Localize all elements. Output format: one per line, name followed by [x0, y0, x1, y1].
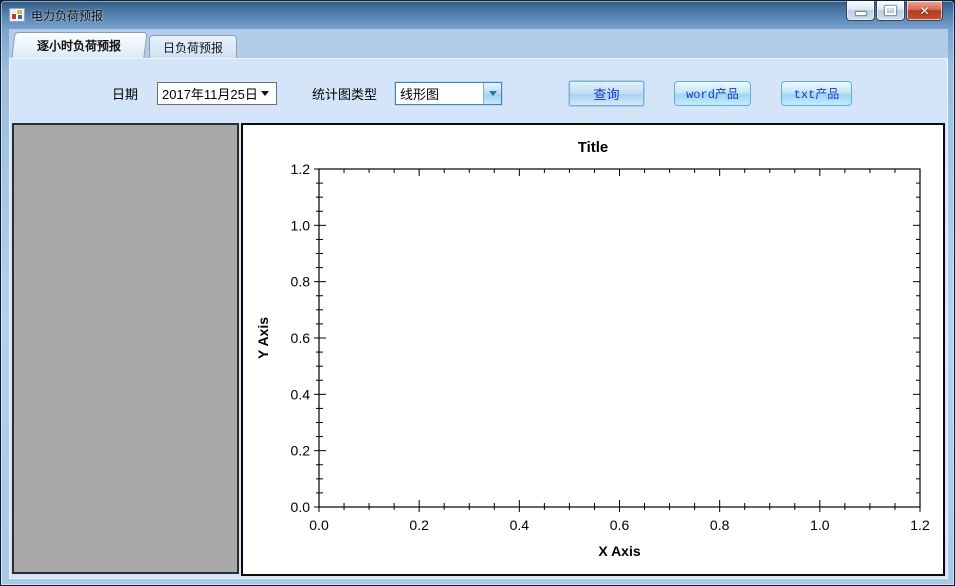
- chart-type-label: 统计图类型: [312, 87, 378, 102]
- svg-text:1.0: 1.0: [810, 517, 830, 533]
- svg-text:0.6: 0.6: [610, 517, 630, 533]
- tab-page-hourly: 日期 2017年11月25日 统计图类型 线形图 查询 word产品 txt产品…: [9, 58, 948, 579]
- chevron-down-icon: [488, 91, 497, 96]
- tab-hourly-forecast[interactable]: 逐小时负荷预报: [11, 32, 148, 58]
- svg-text:0.0: 0.0: [309, 517, 329, 533]
- close-icon: ✕: [919, 3, 930, 18]
- maximize-button[interactable]: [876, 1, 905, 21]
- chart-panel: 0.0 0.2 0.4 0.6 0.8 1.0 1.2 0.0 0.2 0.4 0.6 0.8 1.0 1…: [241, 123, 945, 576]
- combobox-dropdown-button[interactable]: [483, 83, 501, 104]
- svg-text:1.2: 1.2: [291, 161, 311, 177]
- svg-text:0.4: 0.4: [291, 386, 311, 402]
- tab-label: 逐小时负荷预报: [37, 39, 122, 53]
- svg-text:0.2: 0.2: [409, 517, 429, 533]
- close-button[interactable]: ✕: [906, 1, 943, 21]
- svg-text:0.8: 0.8: [710, 517, 730, 533]
- svg-text:0.6: 0.6: [291, 330, 311, 346]
- svg-text:1.0: 1.0: [291, 217, 311, 233]
- svg-text:0.4: 0.4: [510, 517, 530, 533]
- query-button[interactable]: 查询: [569, 81, 644, 106]
- chart-type-combobox-value: 线形图: [400, 87, 440, 102]
- chevron-down-icon: [261, 91, 269, 96]
- minimize-icon: [855, 12, 866, 15]
- chart-type-combobox[interactable]: 线形图: [395, 82, 502, 105]
- svg-text:0.0: 0.0: [291, 499, 311, 515]
- minimize-button[interactable]: [846, 1, 875, 21]
- app-icon: [9, 8, 25, 22]
- svg-text:Y Axis: Y Axis: [255, 317, 271, 359]
- date-combobox[interactable]: 2017年11月25日: [157, 82, 277, 105]
- svg-text:X Axis: X Axis: [598, 543, 640, 559]
- svg-text:0.2: 0.2: [291, 443, 311, 459]
- txt-export-button[interactable]: txt产品: [781, 81, 852, 106]
- maximize-icon: [885, 6, 896, 15]
- svg-text:Title: Title: [578, 139, 609, 156]
- svg-text:1.2: 1.2: [910, 517, 930, 533]
- result-list-panel: [12, 123, 239, 574]
- date-combobox-value: 2017年11月25日: [162, 87, 258, 102]
- app-window: 电力负荷预报 ✕ 逐小时负荷预报 日负荷预报 日期 2017年11月25日 统计…: [0, 0, 955, 586]
- title-bar[interactable]: 电力负荷预报 ✕: [1, 1, 954, 29]
- svg-text:0.8: 0.8: [291, 274, 311, 290]
- client-area: 逐小时负荷预报 日负荷预报 日期 2017年11月25日 统计图类型 线形图 查…: [9, 29, 948, 579]
- tab-label: 日负荷预报: [162, 40, 223, 55]
- forecast-chart: 0.0 0.2 0.4 0.6 0.8 1.0 1.2 0.0 0.2 0.4 0.6 0.8 1.0 1…: [255, 139, 930, 559]
- window-title: 电力负荷预报: [31, 9, 104, 23]
- date-label: 日期: [112, 87, 139, 102]
- tab-daily-forecast[interactable]: 日负荷预报: [149, 35, 237, 58]
- word-export-button[interactable]: word产品: [674, 81, 751, 106]
